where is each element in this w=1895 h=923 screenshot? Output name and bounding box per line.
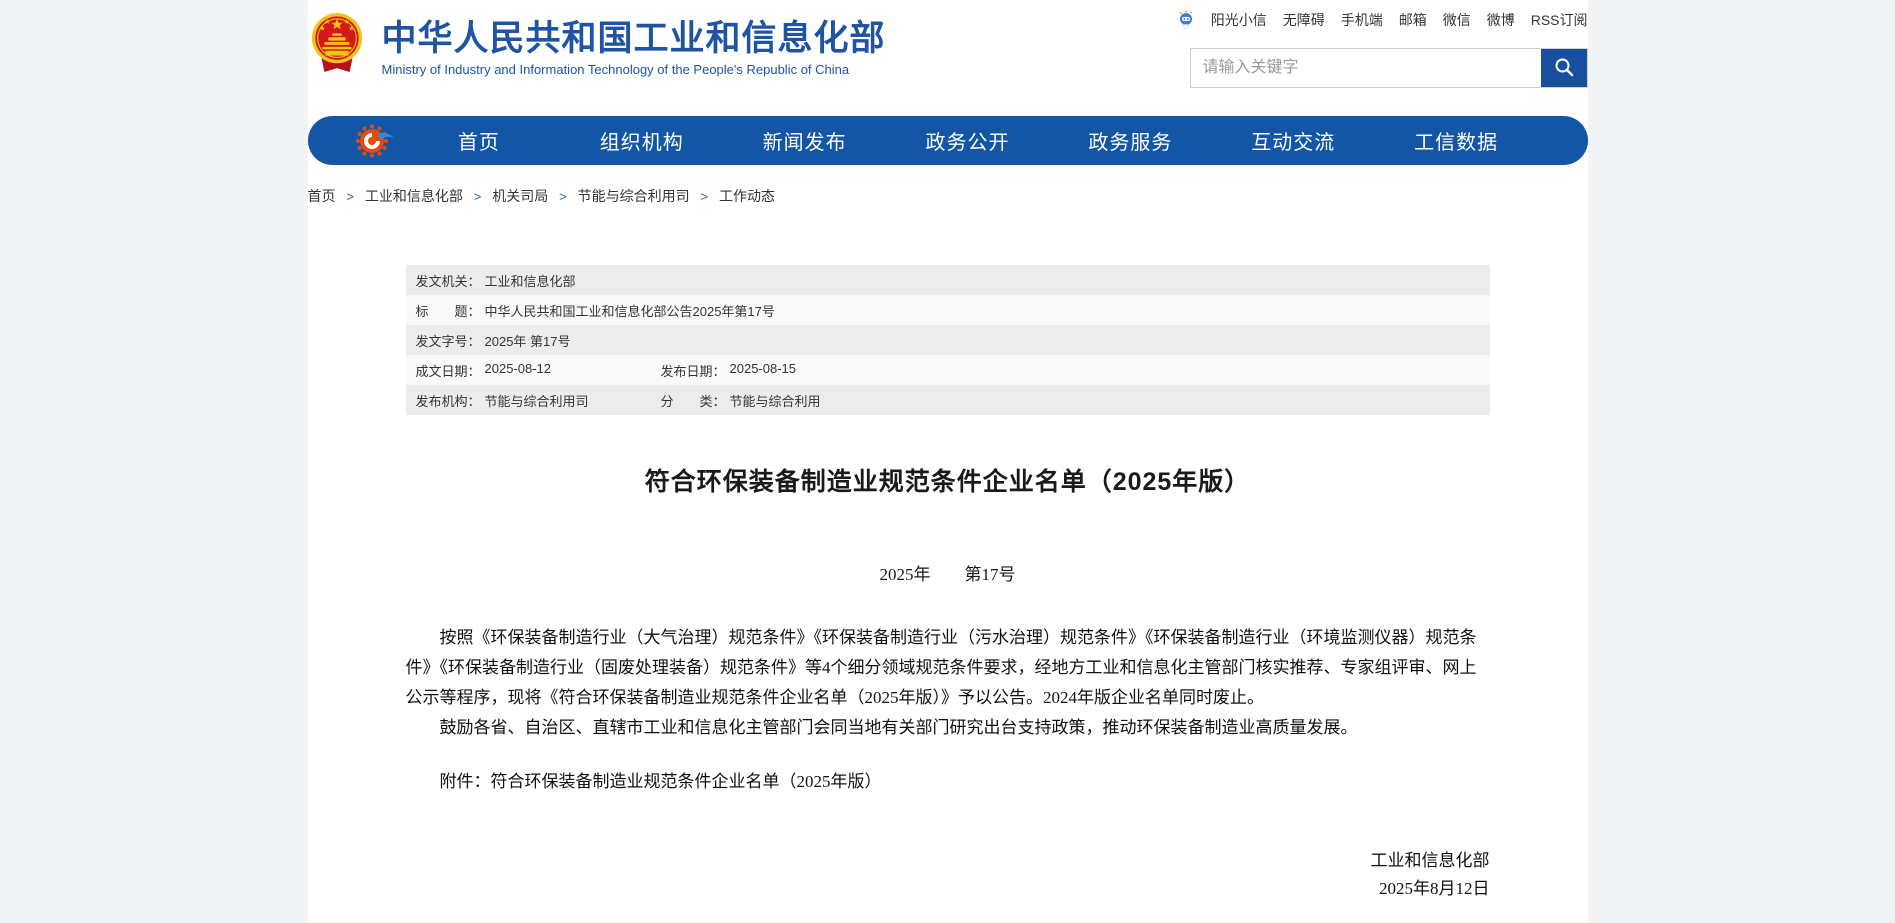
main-nav: 首页 组织机构 新闻发布 政务公开 政务服务 互动交流 工信数据 [308,116,1588,165]
meta-label: 分 类： [661,391,726,410]
meta-label: 成文日期： [416,361,481,380]
article-doc-number: 2025年 第17号 [406,560,1490,585]
site-title: 中华人民共和国工业和信息化部 [382,20,886,58]
link-mail[interactable]: 邮箱 [1399,10,1427,30]
miit-logo-icon [352,120,398,162]
search-box [1190,48,1588,88]
nav-items: 首页 组织机构 新闻发布 政务公开 政务服务 互动交流 工信数据 [398,126,1538,155]
search-input[interactable] [1191,49,1541,87]
attachment-link[interactable]: 附件：符合环保装备制造业规范条件企业名单（2025年版） [406,767,1490,797]
meta-value: 中华人民共和国工业和信息化部公告2025年第17号 [485,301,775,320]
article-title: 符合环保装备制造业规范条件企业名单（2025年版） [406,462,1490,498]
link-accessibility[interactable]: 无障碍 [1283,10,1325,30]
breadcrumb-separator: > [346,189,354,204]
search-button[interactable] [1541,49,1587,87]
meta-row-title: 标 题： 中华人民共和国工业和信息化部公告2025年第17号 [406,295,1490,325]
site-header: 中华人民共和国工业和信息化部 Ministry of Industry and … [308,0,1588,113]
link-weibo[interactable]: 微博 [1487,10,1515,30]
article-paragraph-2: 鼓励各省、自治区、直辖市工业和信息化主管部门会同当地有关部门研究出台支持政策，推… [406,713,1490,743]
nav-item-organization[interactable]: 组织机构 [560,126,723,155]
search-icon [1553,56,1575,81]
meta-label: 发布日期： [661,361,726,380]
signature-block: 工业和信息化部 2025年8月12日 [406,847,1490,903]
breadcrumb-departments[interactable]: 机关司局 [492,188,548,204]
link-mobile[interactable]: 手机端 [1341,10,1383,30]
breadcrumb-home[interactable]: 首页 [308,188,336,204]
article-body: 按照《环保装备制造行业（大气治理）规范条件》《环保装备制造行业（污水治理）规范条… [406,623,1490,743]
breadcrumb-energy-dept[interactable]: 节能与综合利用司 [578,188,690,204]
meta-row-issuing-authority: 发文机关： 工业和信息化部 [406,265,1490,295]
link-rss[interactable]: RSS订阅 [1531,10,1588,30]
meta-value: 节能与综合利用司 [485,391,589,410]
meta-label: 发文机关： [416,271,481,290]
doc-meta-table: 发文机关： 工业和信息化部 标 题： 中华人民共和国工业和信息化部公告2025年… [406,265,1490,415]
meta-label: 发文字号： [416,331,481,350]
breadcrumb: 首页 > 工业和信息化部 > 机关司局 > 节能与综合利用司 > 工作动态 [308,186,1588,206]
breadcrumb-separator: > [474,189,482,204]
meta-value: 2025-08-12 [485,361,552,380]
document-area: 发文机关： 工业和信息化部 标 题： 中华人民共和国工业和信息化部公告2025年… [406,265,1490,903]
nav-item-gov-disclosure[interactable]: 政务公开 [886,126,1049,155]
meta-row-doc-number: 发文字号： 2025年 第17号 [406,325,1490,355]
page-container: 中华人民共和国工业和信息化部 Ministry of Industry and … [308,0,1588,923]
nav-item-news[interactable]: 新闻发布 [723,126,886,155]
nav-item-interaction[interactable]: 互动交流 [1212,126,1375,155]
meta-value: 2025年 第17号 [485,331,571,350]
sunshine-assistant-icon[interactable] [1177,10,1195,30]
breadcrumb-work-updates[interactable]: 工作动态 [719,188,775,204]
link-wechat[interactable]: 微信 [1443,10,1471,30]
article-paragraph-1: 按照《环保装备制造行业（大气治理）规范条件》《环保装备制造行业（污水治理）规范条… [406,623,1490,713]
meta-row-dates: 成文日期： 2025-08-12 发布日期： 2025-08-15 [406,355,1490,385]
breadcrumb-separator: > [559,189,567,204]
breadcrumb-separator: > [701,189,709,204]
brand-text: 中华人民共和国工业和信息化部 Ministry of Industry and … [382,12,886,77]
meta-label: 标 题： [416,301,481,320]
link-sunshine-assistant[interactable]: 阳光小信 [1211,10,1267,30]
top-utility-links: 阳光小信 无障碍 手机端 邮箱 微信 微博 RSS订阅 [1177,10,1588,30]
national-emblem-icon [308,12,366,74]
meta-value: 工业和信息化部 [485,271,576,290]
nav-item-data[interactable]: 工信数据 [1375,126,1538,155]
site-subtitle: Ministry of Industry and Information Tec… [382,62,886,77]
meta-label: 发布机构： [416,391,481,410]
breadcrumb-miit[interactable]: 工业和信息化部 [365,188,463,204]
signature-org: 工业和信息化部 [406,847,1490,875]
nav-item-gov-services[interactable]: 政务服务 [1049,126,1212,155]
nav-item-home[interactable]: 首页 [398,126,561,155]
meta-value: 2025-08-15 [730,361,797,380]
meta-row-publisher-category: 发布机构： 节能与综合利用司 分 类： 节能与综合利用 [406,385,1490,415]
meta-value: 节能与综合利用 [730,391,821,410]
